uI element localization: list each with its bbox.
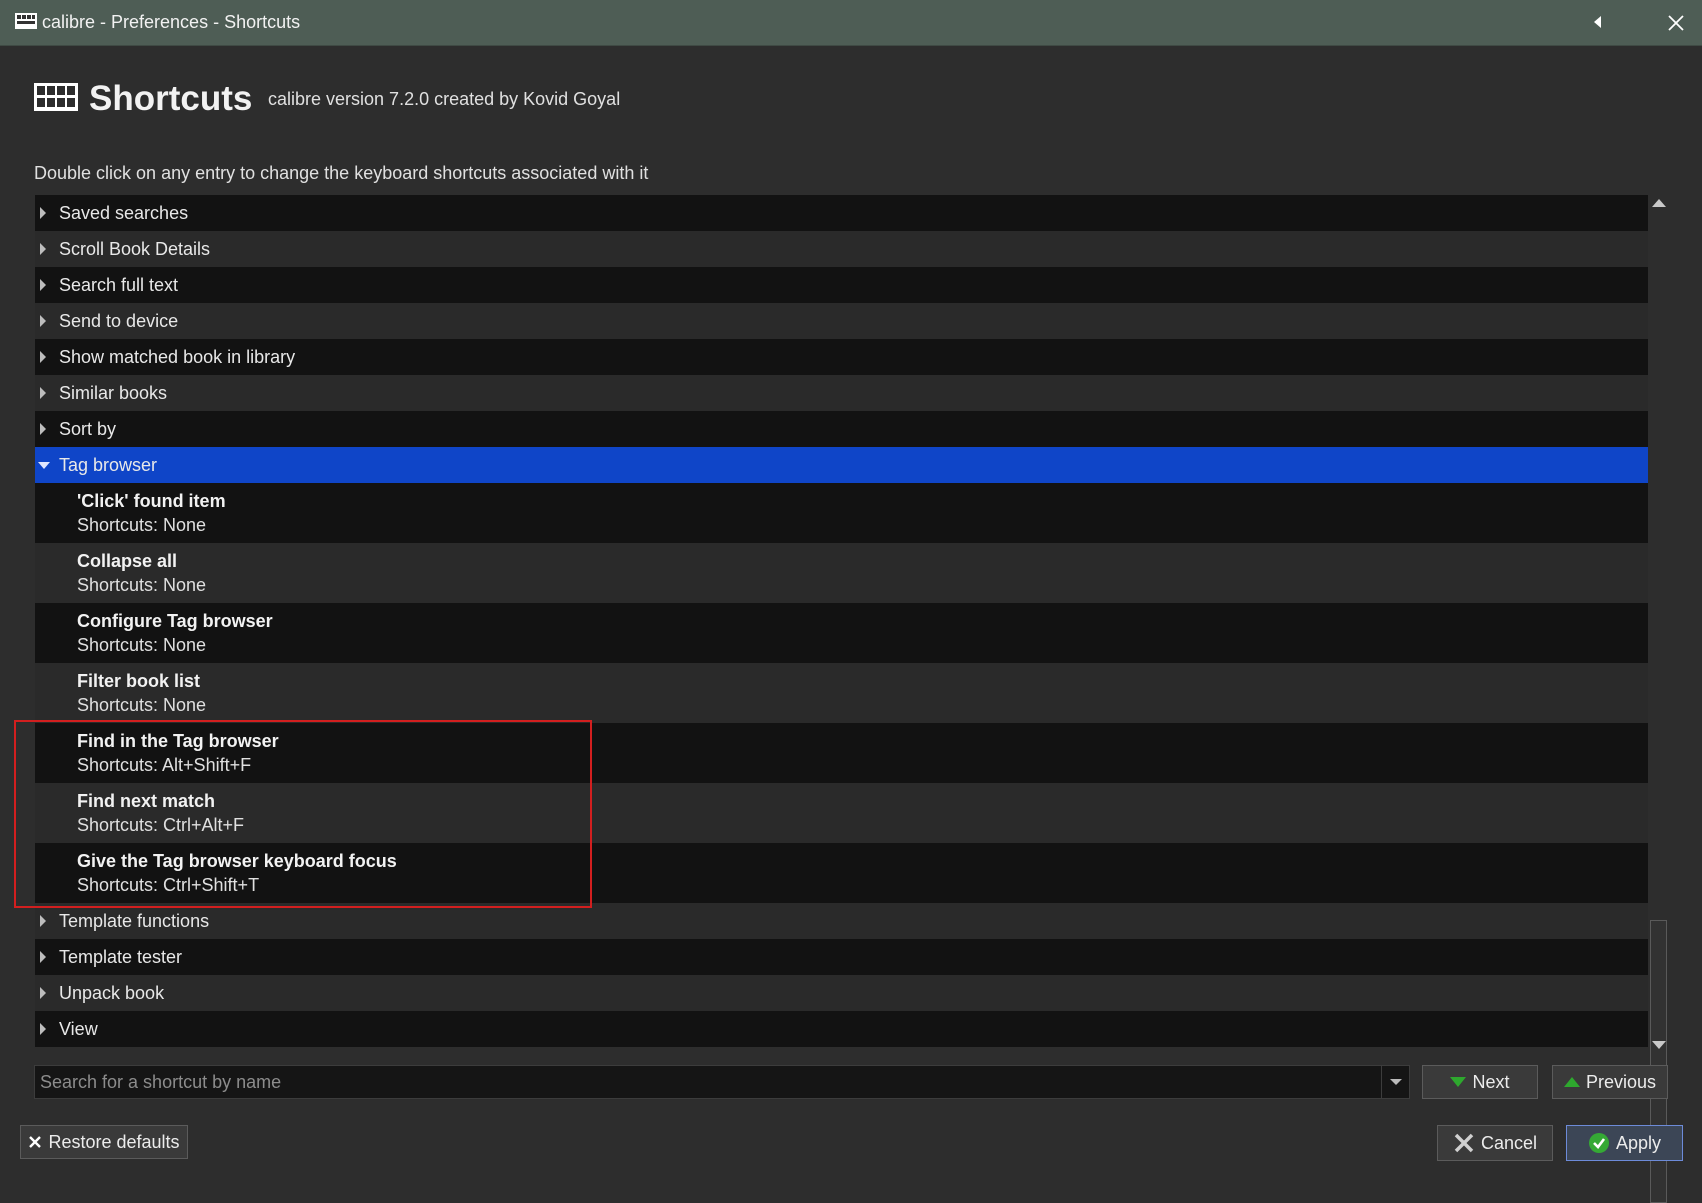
version-info: calibre version 7.2.0 created by Kovid G… (268, 89, 621, 109)
previous-button[interactable]: Previous (1552, 1065, 1668, 1099)
expand-arrow-icon[interactable] (40, 351, 46, 363)
tree-scrollbar[interactable] (1649, 195, 1668, 1203)
tree-item-label: Sort by (59, 419, 117, 439)
checkmark-icon (1588, 1133, 1609, 1153)
search-dropdown-button[interactable] (1381, 1066, 1410, 1098)
calibre-keyboard-icon (15, 13, 37, 29)
tree-item-tag-browser[interactable]: Tag browser (35, 447, 1648, 483)
tree-item-label: Search full text (59, 275, 179, 295)
shortcut-entry[interactable]: Give the Tag browser keyboard focus Shor… (35, 843, 1648, 903)
scroll-up-icon[interactable] (1652, 199, 1666, 207)
tree-item-view[interactable]: View (35, 1011, 1648, 1047)
tree-item-saved-searches[interactable]: Saved searches (35, 195, 1648, 231)
expand-arrow-icon[interactable] (40, 315, 46, 327)
previous-label: Previous (1585, 1071, 1657, 1092)
tree-item-label: Template tester (59, 947, 183, 967)
expand-arrow-icon[interactable] (40, 987, 46, 999)
shortcut-entry[interactable]: Find next match Shortcuts: Ctrl+Alt+F (35, 783, 1648, 843)
triangle-left-icon[interactable] (1590, 13, 1604, 31)
shortcut-name: Filter book list (77, 671, 201, 691)
scroll-down-icon[interactable] (1652, 1041, 1666, 1049)
tree-item-label: Unpack book (59, 983, 165, 1003)
collapse-arrow-icon[interactable] (38, 462, 50, 469)
expand-arrow-icon[interactable] (40, 1023, 46, 1035)
title-bar: calibre - Preferences - Shortcuts (0, 0, 1702, 46)
window-title: calibre - Preferences - Shortcuts (42, 12, 301, 32)
search-combobox[interactable] (34, 1065, 1410, 1099)
cancel-button[interactable]: Cancel (1437, 1125, 1553, 1161)
tree-item-send-to-device[interactable]: Send to device (35, 303, 1648, 339)
shortcut-name: Find in the Tag browser (77, 731, 279, 751)
apply-label: Apply (1615, 1132, 1662, 1153)
tree-item-template-tester[interactable]: Template tester (35, 939, 1648, 975)
tree-item-similar-books[interactable]: Similar books (35, 375, 1648, 411)
shortcut-keys: Shortcuts: Ctrl+Alt+F (77, 815, 245, 835)
shortcut-name: Find next match (77, 791, 216, 811)
tree-item-sort-by[interactable]: Sort by (35, 411, 1648, 447)
tree-item-label: Similar books (59, 383, 168, 403)
expand-arrow-icon[interactable] (40, 387, 46, 399)
tree-item-template-functions[interactable]: Template functions (35, 903, 1648, 939)
tree-item-scroll-book-details[interactable]: Scroll Book Details (35, 231, 1648, 267)
scrollbar-track[interactable] (1649, 213, 1668, 1035)
restore-defaults-button[interactable]: Restore defaults (20, 1125, 188, 1159)
chevron-down-icon (1390, 1079, 1402, 1085)
tree-item-label: Saved searches (59, 203, 189, 223)
tree-item-label: Tag browser (59, 455, 158, 475)
shortcut-keys: Shortcuts: None (77, 575, 207, 595)
shortcut-keys: Shortcuts: None (77, 695, 207, 715)
shortcut-name: Collapse all (77, 551, 178, 571)
expand-arrow-icon[interactable] (40, 423, 46, 435)
tree-item-search-full-text[interactable]: Search full text (35, 267, 1648, 303)
tree-item-label: Scroll Book Details (59, 239, 211, 259)
expand-arrow-icon[interactable] (40, 279, 46, 291)
shortcut-name: Give the Tag browser keyboard focus (77, 851, 397, 871)
tree-item-show-matched-book[interactable]: Show matched book in library (35, 339, 1648, 375)
search-input[interactable] (35, 1066, 1379, 1098)
shortcut-entry[interactable]: Configure Tag browser Shortcuts: None (35, 603, 1648, 663)
green-up-arrow-icon (1563, 1077, 1580, 1087)
next-label: Next (1472, 1071, 1510, 1092)
apply-button[interactable]: Apply (1566, 1125, 1683, 1161)
green-down-arrow-icon (1450, 1077, 1467, 1087)
close-icon[interactable] (1665, 12, 1687, 34)
shortcut-name: Configure Tag browser (77, 611, 273, 631)
shortcut-entry[interactable]: Collapse all Shortcuts: None (35, 543, 1648, 603)
next-button[interactable]: Next (1422, 1065, 1538, 1099)
shortcut-name: 'Click' found item (77, 491, 226, 511)
expand-arrow-icon[interactable] (40, 915, 46, 927)
shortcut-keys: Shortcuts: Ctrl+Shift+T (77, 875, 260, 895)
shortcut-entry[interactable]: Filter book list Shortcuts: None (35, 663, 1648, 723)
x-icon (1454, 1133, 1474, 1153)
page-title: Shortcuts (89, 79, 253, 118)
expand-arrow-icon[interactable] (40, 207, 46, 219)
restore-defaults-label: Restore defaults (48, 1131, 180, 1152)
cancel-label: Cancel (1480, 1132, 1538, 1153)
shortcut-keys: Shortcuts: None (77, 515, 207, 535)
keyboard-icon (34, 83, 78, 111)
shortcut-keys: Shortcuts: Alt+Shift+F (77, 755, 252, 775)
tree-item-label: Show matched book in library (59, 347, 296, 367)
tree-item-unpack-book[interactable]: Unpack book (35, 975, 1648, 1011)
expand-arrow-icon[interactable] (40, 243, 46, 255)
shortcut-keys: Shortcuts: None (77, 635, 207, 655)
tree-item-label: Template functions (59, 911, 210, 931)
tree-item-label: Send to device (59, 311, 179, 331)
shortcut-entry[interactable]: Find in the Tag browser Shortcuts: Alt+S… (35, 723, 1648, 783)
x-icon (29, 1136, 42, 1148)
shortcuts-tree[interactable]: Saved searches Scroll Book Details Searc… (35, 195, 1648, 1047)
shortcut-entry[interactable]: 'Click' found item Shortcuts: None (35, 483, 1648, 543)
expand-arrow-icon[interactable] (40, 951, 46, 963)
tree-item-label: View (59, 1019, 98, 1039)
instructions-text: Double click on any entry to change the … (34, 163, 649, 183)
